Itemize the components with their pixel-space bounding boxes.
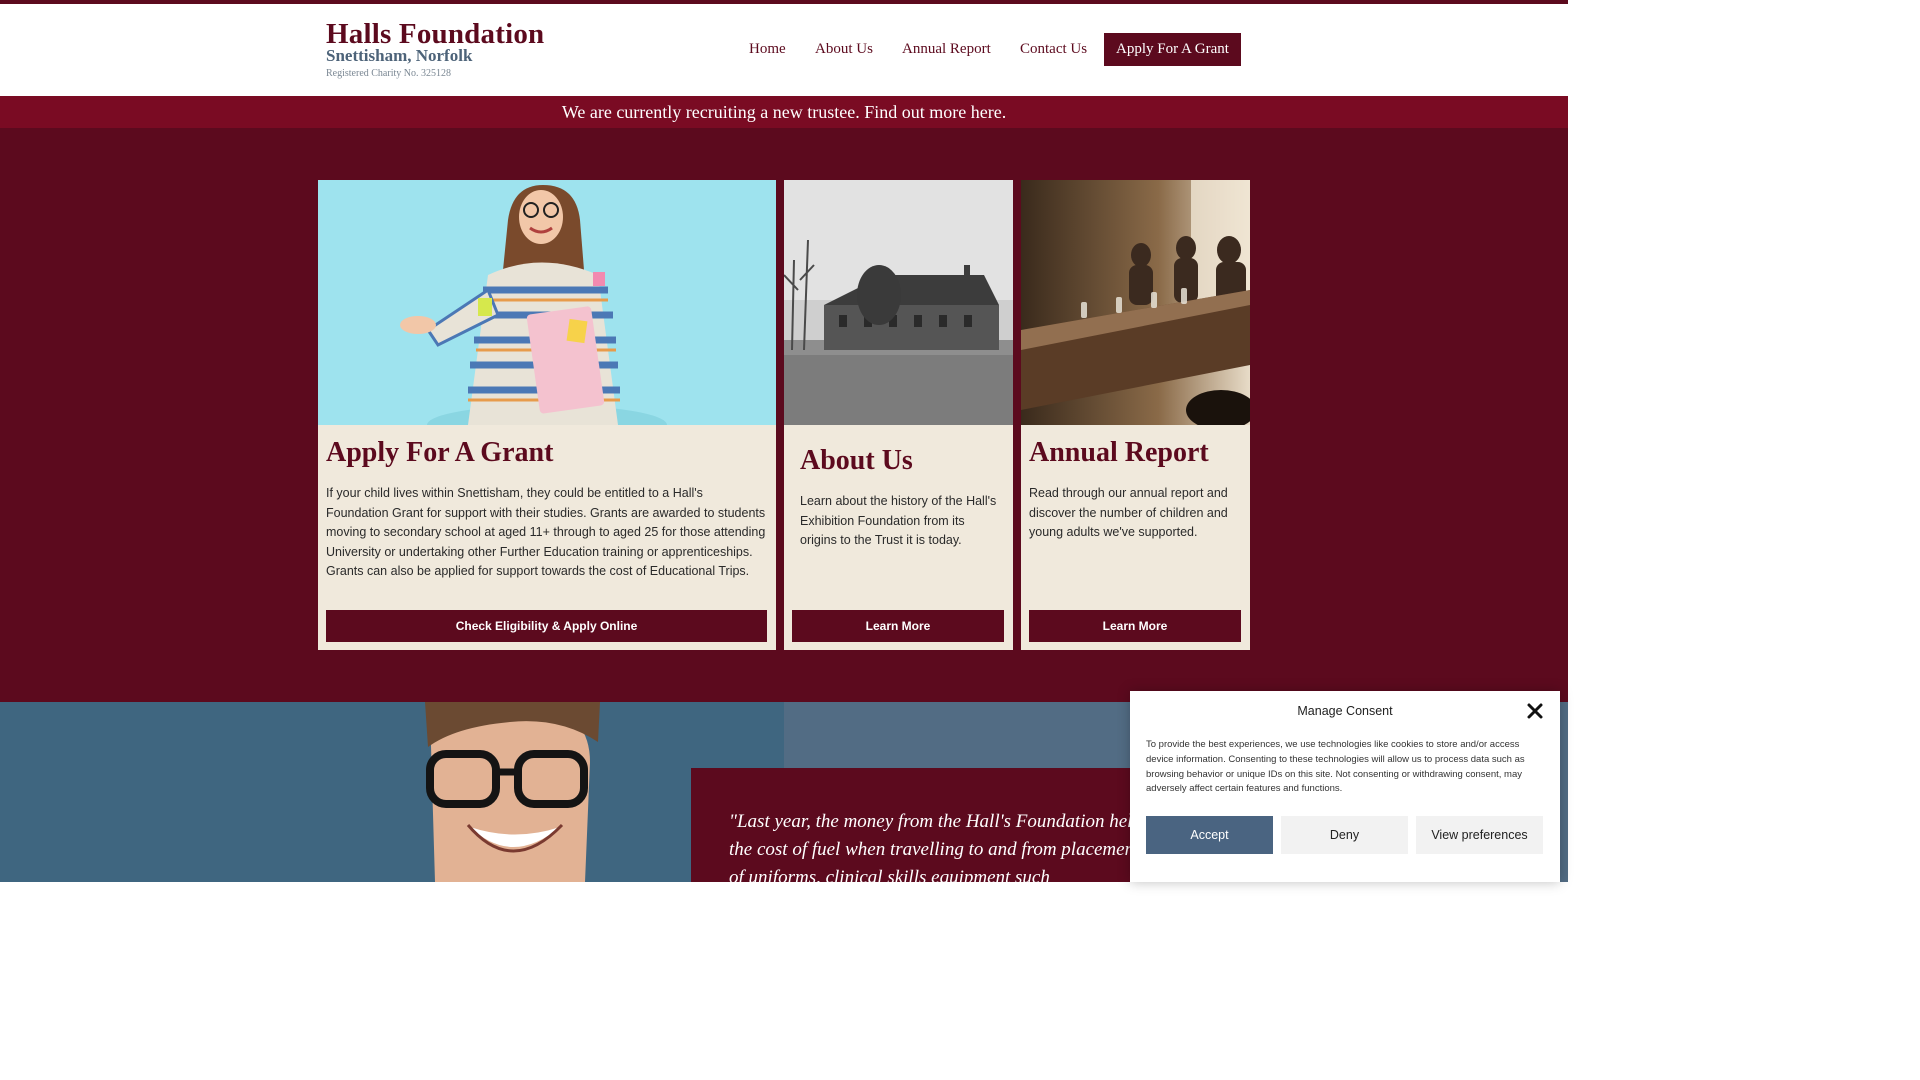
nav-link-about-us[interactable]: About Us xyxy=(815,41,873,58)
nav-apply-grant-button[interactable]: Apply For A Grant xyxy=(1104,33,1241,66)
consent-description: To provide the best experiences, we use … xyxy=(1146,739,1525,795)
brand-subtitle: Snettisham, Norfolk xyxy=(326,46,473,65)
deny-button[interactable]: Deny xyxy=(1281,816,1408,854)
nav-link-home[interactable]: Home xyxy=(749,41,786,58)
consent-title: Manage Consent xyxy=(1297,704,1393,718)
card-apply-grant: Apply For A Grant If your child lives wi… xyxy=(318,180,776,650)
about-learn-more-button[interactable]: Learn More xyxy=(792,610,1004,642)
nav-item-annual-report[interactable]: Annual Report xyxy=(902,33,991,66)
nav-link-contact-us[interactable]: Contact Us xyxy=(1020,41,1087,58)
close-icon[interactable] xyxy=(1526,702,1544,720)
card-title-apply-grant: Apply For A Grant xyxy=(326,437,554,468)
card-text-about-us: Learn about the history of the Hall's Ex… xyxy=(800,494,997,548)
accept-button[interactable]: Accept xyxy=(1146,816,1273,854)
charity-number: Registered Charity No. 325128 xyxy=(326,68,451,79)
nav-link-annual-report[interactable]: Annual Report xyxy=(902,41,991,58)
nav-item-about-us[interactable]: About Us xyxy=(815,33,873,66)
cookie-consent-dialog: Manage Consent To provide the best exper… xyxy=(1130,691,1560,882)
report-learn-more-button[interactable]: Learn More xyxy=(1029,610,1241,642)
card-text-apply-grant: If your child lives within Snettisham, t… xyxy=(326,486,766,579)
smiling-student-photo xyxy=(0,702,784,882)
trustee-recruitment-banner[interactable]: We are currently recruiting a new truste… xyxy=(0,96,1568,128)
card-title-about-us: About Us xyxy=(800,445,913,476)
card-about-us: About Us Learn about the history of the … xyxy=(784,180,1013,650)
boardroom-meeting-photo xyxy=(1021,180,1250,425)
card-annual-report: Annual Report Read through our annual re… xyxy=(1021,180,1250,650)
site-header: Halls Foundation Snettisham, Norfolk Reg… xyxy=(0,4,1568,96)
student-girl-photo xyxy=(318,180,776,425)
nav-item-home[interactable]: Home xyxy=(749,33,786,66)
check-eligibility-button[interactable]: Check Eligibility & Apply Online xyxy=(326,610,767,642)
view-preferences-button[interactable]: View preferences xyxy=(1416,816,1543,854)
nav-item-contact-us[interactable]: Contact Us xyxy=(1020,33,1087,66)
historic-building-photo xyxy=(784,180,1013,425)
card-title-annual-report: Annual Report xyxy=(1029,437,1209,468)
card-text-annual-report: Read through our annual report and disco… xyxy=(1029,486,1228,540)
